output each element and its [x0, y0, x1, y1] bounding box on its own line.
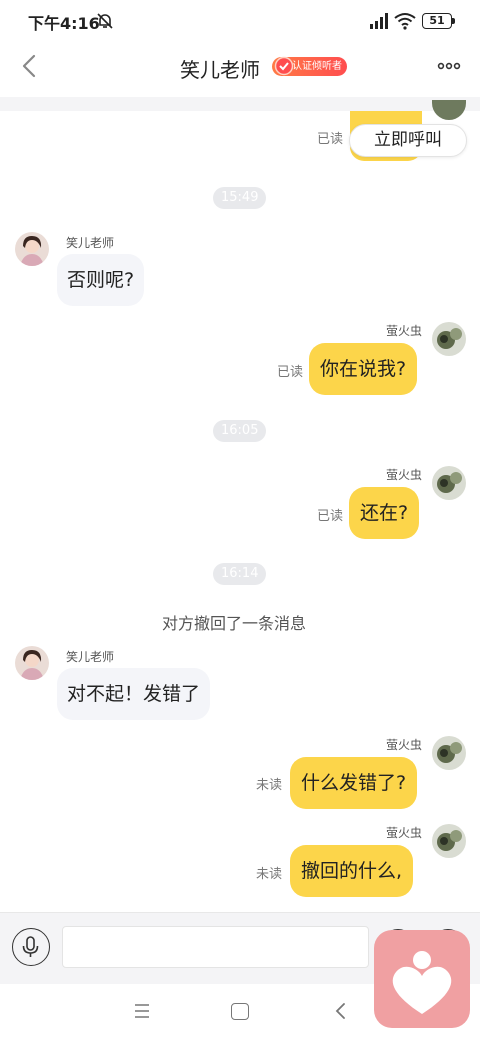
- message-bubble[interactable]: 还在?: [349, 487, 420, 539]
- bell-off-icon: [97, 13, 113, 29]
- floating-app-logo[interactable]: [374, 930, 470, 1028]
- signal-icon: [370, 13, 388, 29]
- back-icon[interactable]: [16, 52, 44, 80]
- nav-back-icon[interactable]: [332, 1001, 348, 1021]
- unread-status: 未读: [256, 867, 283, 882]
- unread-status: 未读: [256, 778, 283, 793]
- sender-name: 笑儿老师: [66, 236, 115, 250]
- message-bubble[interactable]: 撤回的什么,: [290, 845, 414, 897]
- timestamp: 16:14: [213, 563, 267, 585]
- battery-indicator: 51: [422, 13, 452, 29]
- sender-name: 萤火虫: [386, 324, 423, 338]
- avatar-self[interactable]: [432, 736, 466, 770]
- read-status: 已读: [317, 132, 344, 147]
- call-now-button[interactable]: 立即呼叫: [349, 124, 467, 157]
- avatar-self[interactable]: [432, 824, 466, 858]
- timestamp: 15:49: [213, 187, 267, 209]
- page-title: 笑儿老师: [180, 58, 260, 82]
- avatar-self[interactable]: [432, 100, 466, 120]
- timestamp: 16:05: [213, 420, 267, 442]
- wifi-icon: [394, 13, 416, 30]
- sender-name: 萤火虫: [386, 826, 423, 840]
- heart-logo-icon: [392, 951, 452, 1014]
- menu-icon[interactable]: [132, 1002, 152, 1020]
- mic-icon[interactable]: [12, 928, 50, 966]
- message-input[interactable]: [62, 926, 369, 968]
- home-icon[interactable]: [231, 1003, 249, 1020]
- sender-name: 萤火虫: [386, 738, 423, 752]
- message-bubble[interactable]: 你在说我?: [309, 343, 418, 395]
- read-status: 已读: [277, 365, 304, 380]
- header-divider: [0, 97, 480, 111]
- message-bubble[interactable]: 什么发错了?: [290, 757, 418, 809]
- more-icon[interactable]: [436, 56, 462, 76]
- battery-tip: [452, 18, 455, 24]
- message-bubble[interactable]: 否则呢?: [57, 254, 145, 306]
- avatar-teacher[interactable]: [15, 646, 49, 680]
- certified-icon: [274, 56, 294, 76]
- avatar-self[interactable]: [432, 466, 466, 500]
- read-status: 已读: [317, 509, 344, 524]
- sender-name: 萤火虫: [386, 468, 423, 482]
- status-time: 下午4:16: [28, 14, 100, 33]
- sender-name: 笑儿老师: [66, 650, 115, 664]
- recall-notice: 对方撤回了一条消息: [162, 614, 307, 633]
- avatar-teacher[interactable]: [15, 232, 49, 266]
- avatar-self[interactable]: [432, 322, 466, 356]
- message-bubble[interactable]: 对不起！发错了: [57, 668, 211, 720]
